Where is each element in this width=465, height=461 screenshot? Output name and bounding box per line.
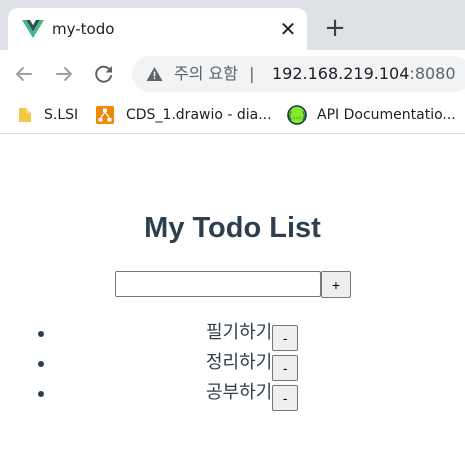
drawio-icon	[96, 106, 114, 124]
address-separator: |	[249, 64, 255, 83]
todo-text: 공부하기	[206, 382, 273, 403]
todo-text: 필기하기	[206, 322, 273, 343]
todo-row: 공부하기 -	[206, 381, 299, 411]
new-todo-input[interactable]	[115, 271, 321, 297]
todo-list: 필기하기 - 정리하기 - 공부하기 -	[0, 319, 465, 411]
browser-tab-strip: my-todo ✕ +	[0, 0, 465, 50]
browser-tab[interactable]: my-todo ✕	[8, 8, 307, 50]
tab-close-icon[interactable]: ✕	[278, 19, 298, 39]
reload-icon[interactable]	[92, 62, 116, 86]
delete-todo-button[interactable]: -	[272, 325, 299, 351]
bookmark-item[interactable]: CDS_1.drawio - dia...	[96, 96, 276, 134]
url-port: :8080	[409, 64, 456, 83]
bookmark-label: API Documentatio...	[317, 107, 456, 123]
delete-todo-button[interactable]: -	[272, 355, 299, 381]
bookmark-label: S.LSI	[44, 107, 79, 123]
warning-icon	[146, 67, 163, 81]
security-label: 주의 요함	[174, 64, 238, 83]
todo-text: 정리하기	[206, 352, 273, 373]
todo-item: 공부하기 -	[0, 379, 465, 411]
page-title: My Todo List	[144, 212, 321, 244]
page-content: My Todo List + 필기하기 - 정리하기 - 공부하기 -	[0, 135, 465, 461]
security-status[interactable]: 주의 요함 |	[174, 64, 254, 84]
forward-arrow-icon[interactable]	[52, 62, 76, 86]
tab-title: my-todo	[52, 20, 115, 38]
todo-row: 정리하기 -	[206, 351, 299, 381]
new-tab-button[interactable]: +	[322, 15, 348, 41]
address-bar[interactable]: 주의 요함 | 192.168.219.104:8080	[132, 56, 465, 92]
bookmark-label: CDS_1.drawio - dia...	[126, 107, 272, 123]
list-bullet	[38, 391, 44, 397]
add-todo-button[interactable]: +	[321, 271, 351, 298]
api-icon: {…}	[287, 105, 307, 125]
delete-todo-button[interactable]: -	[272, 385, 299, 411]
list-bullet	[38, 361, 44, 367]
list-bullet	[38, 331, 44, 337]
bookmark-item[interactable]: {…} API Documentatio...	[287, 96, 465, 134]
back-arrow-icon[interactable]	[12, 62, 36, 86]
folder-icon	[19, 108, 31, 122]
url-host: 192.168.219.104	[272, 64, 410, 83]
browser-toolbar: 주의 요함 | 192.168.219.104:8080	[0, 50, 465, 96]
svg-text:{…}: {…}	[287, 112, 306, 122]
bookmark-item[interactable]: S.LSI	[16, 96, 86, 134]
todo-item: 정리하기 -	[0, 349, 465, 381]
bookmarks-bar: S.LSI CDS_1.drawio - dia... {…} API Docu…	[0, 96, 465, 134]
todo-item: 필기하기 -	[0, 319, 465, 351]
url-text[interactable]: 192.168.219.104:8080	[272, 64, 456, 84]
todo-row: 필기하기 -	[206, 321, 299, 351]
vue-logo-icon	[22, 20, 44, 38]
